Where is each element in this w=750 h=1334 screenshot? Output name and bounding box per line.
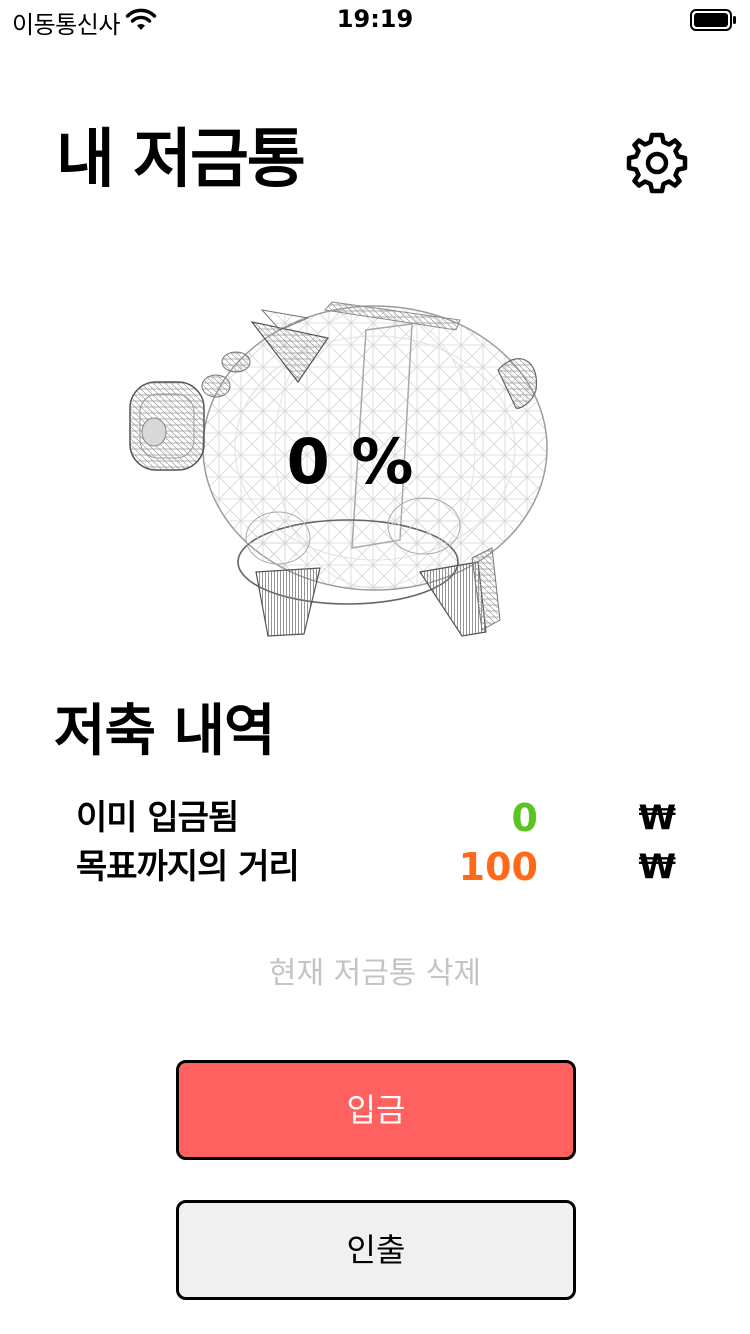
- gear-icon[interactable]: [624, 130, 690, 196]
- status-bar: 이동통신사 19:19: [0, 0, 750, 40]
- deposited-label: 이미 입금됨: [76, 798, 239, 838]
- history-row-deposited: 이미 입금됨 0 ₩: [76, 794, 686, 842]
- delete-piggy-bank-button[interactable]: 현재 저금통 삭제: [0, 952, 750, 996]
- remaining-amount: 100: [458, 845, 538, 889]
- withdraw-button[interactable]: 인출: [176, 1200, 576, 1300]
- history-row-remaining: 목표까지의 거리 100 ₩: [76, 843, 686, 891]
- won-currency-symbol: ₩: [638, 847, 676, 887]
- deposited-amount: 0: [511, 796, 538, 840]
- history-title: 저축 내역: [54, 699, 276, 764]
- battery-icon: [690, 9, 736, 31]
- remaining-label: 목표까지의 거리: [76, 847, 300, 887]
- progress-percent: 0 %: [286, 425, 414, 498]
- won-currency-symbol: ₩: [638, 798, 676, 838]
- deposit-button[interactable]: 입금: [176, 1060, 576, 1160]
- status-time: 19:19: [336, 5, 414, 33]
- page-title: 내 저금통: [56, 123, 306, 197]
